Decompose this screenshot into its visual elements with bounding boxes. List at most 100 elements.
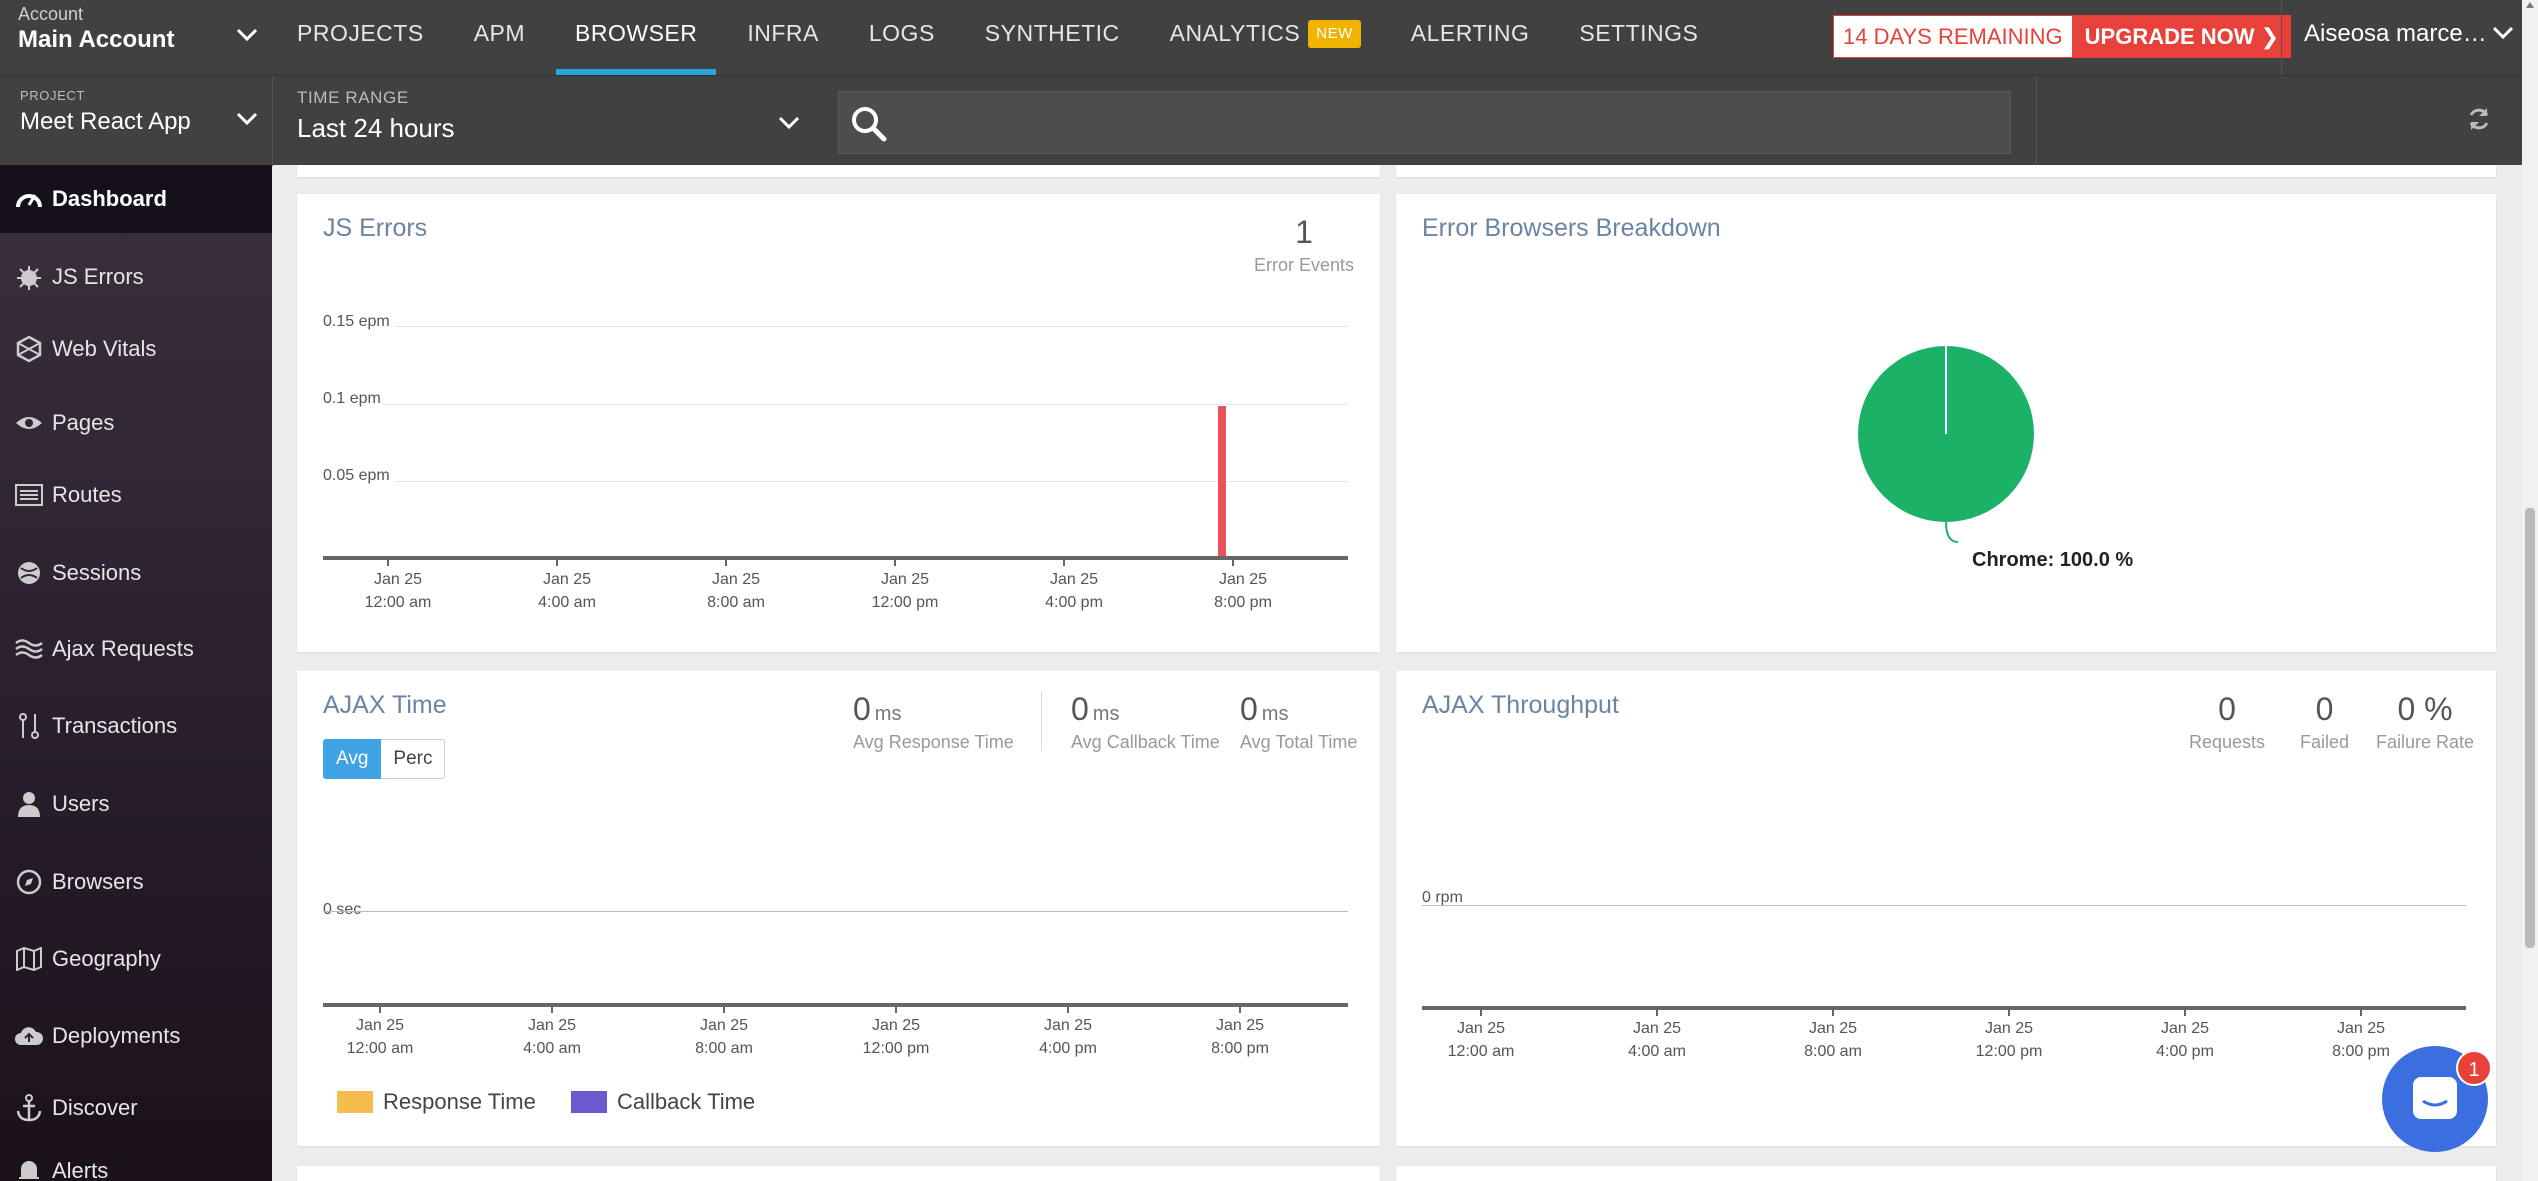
avg-button[interactable]: Avg bbox=[323, 739, 382, 779]
bug-icon bbox=[14, 264, 44, 290]
nav-browser[interactable]: BROWSER bbox=[550, 0, 722, 75]
error-browsers-breakdown-card: Error Browsers Breakdown Chrome: 100.0 % bbox=[1396, 194, 2496, 652]
nav-projects[interactable]: PROJECTS bbox=[272, 0, 449, 75]
sidebar-item-routes[interactable]: Routes bbox=[0, 461, 272, 529]
x-tick-label: Jan 25 12:00 am bbox=[1447, 1020, 1515, 1060]
x-tick bbox=[551, 1005, 553, 1013]
y-axis-label: 0 sec bbox=[323, 901, 362, 918]
x-tick bbox=[725, 558, 727, 566]
vertical-scrollbar[interactable] bbox=[2522, 0, 2538, 1181]
avg-perc-toggle: Avg Perc bbox=[323, 739, 446, 779]
legend-response-time[interactable]: Response Time bbox=[337, 1089, 536, 1115]
scroll-up-arrow[interactable] bbox=[2526, 2, 2534, 8]
eye-icon bbox=[14, 414, 44, 432]
sidebar-item-browsers[interactable]: Browsers bbox=[0, 848, 272, 916]
sidebar-item-transactions[interactable]: Transactions bbox=[0, 692, 272, 760]
card-partial-top-right bbox=[1396, 165, 2496, 177]
sidebar-item-ajax-requests[interactable]: Ajax Requests bbox=[0, 615, 272, 683]
sidebar-item-label: JS Errors bbox=[52, 264, 144, 289]
x-tick bbox=[1239, 1005, 1241, 1013]
card-title: JS Errors bbox=[323, 214, 428, 242]
nav-alerting[interactable]: ALERTING bbox=[1386, 0, 1555, 75]
x-tick bbox=[2360, 1008, 2362, 1016]
avg-response-time-stat: 0 ms Avg Response Time bbox=[853, 691, 1014, 752]
account-selector[interactable]: Account Main Account bbox=[0, 0, 272, 75]
sidebar-item-label: Alerts bbox=[52, 1158, 109, 1181]
sidebar-item-sessions[interactable]: Sessions bbox=[0, 539, 272, 607]
refresh-icon[interactable] bbox=[2466, 106, 2492, 132]
account-name: Main Account bbox=[18, 26, 175, 53]
chevron-right-icon: ❯ bbox=[2260, 24, 2280, 49]
new-badge: NEW bbox=[1308, 20, 1361, 48]
x-tick-label: Jan 25 4:00 pm bbox=[1039, 1017, 1097, 1057]
x-tick bbox=[1656, 1008, 1658, 1016]
gridline bbox=[395, 481, 1348, 482]
x-axis bbox=[323, 1003, 1348, 1007]
account-label: Account bbox=[18, 4, 84, 24]
error-events-caption: Error Events bbox=[1253, 255, 1354, 275]
zero-line bbox=[1422, 905, 2466, 906]
sidebar-item-js-errors[interactable]: JS Errors bbox=[0, 243, 272, 311]
nav-analytics[interactable]: ANALYTICS NEW bbox=[1145, 0, 1386, 75]
scrollbar-thumb[interactable] bbox=[2525, 508, 2535, 948]
sidebar-item-deployments[interactable]: Deployments bbox=[0, 1002, 272, 1070]
top-navigation-bar: Account Main Account PROJECTS APM BROWSE… bbox=[0, 0, 2522, 75]
nav-synthetic[interactable]: SYNTHETIC bbox=[960, 0, 1145, 75]
perc-button[interactable]: Perc bbox=[381, 739, 446, 779]
nav-apm[interactable]: APM bbox=[449, 0, 550, 75]
x-tick-label: Jan 25 4:00 am bbox=[1628, 1020, 1686, 1060]
zero-line bbox=[323, 911, 1348, 912]
gridline bbox=[395, 326, 1348, 327]
chat-launcher-button[interactable]: 1 bbox=[2382, 1046, 2492, 1152]
sidebar-item-label: Users bbox=[52, 791, 110, 816]
project-label: PROJECT bbox=[20, 88, 85, 103]
nav-settings[interactable]: SETTINGS bbox=[1554, 0, 1723, 75]
compass-icon bbox=[14, 869, 44, 895]
legend-callback-time[interactable]: Callback Time bbox=[571, 1089, 755, 1115]
browsers-pie-chart bbox=[1858, 346, 2034, 543]
sidebar-item-label: Web Vitals bbox=[52, 336, 157, 361]
project-selector[interactable]: PROJECT Meet React App bbox=[0, 76, 272, 166]
web-vitals-icon bbox=[14, 335, 44, 363]
search-box[interactable] bbox=[838, 91, 2011, 154]
chevron-down-icon bbox=[236, 28, 258, 42]
chat-icon bbox=[2413, 1077, 2457, 1119]
x-tick-label: Jan 25 8:00 am bbox=[1804, 1020, 1862, 1060]
sidebar-item-dashboard[interactable]: Dashboard bbox=[0, 165, 272, 233]
error-bar[interactable] bbox=[1218, 406, 1226, 558]
x-tick bbox=[387, 558, 389, 566]
failure-rate-stat: 0 % Failure Rate bbox=[2376, 691, 2475, 752]
sidebar-item-pages[interactable]: Pages bbox=[0, 389, 272, 457]
x-tick-label: Jan 25 8:00 am bbox=[695, 1017, 753, 1057]
search-icon bbox=[852, 107, 887, 142]
user-menu[interactable]: Aiseosa marce… bbox=[2281, 0, 2522, 75]
upgrade-now-button[interactable]: UPGRADE NOW ❯ bbox=[2072, 15, 2292, 58]
x-tick bbox=[1232, 558, 1234, 566]
nav-logs[interactable]: LOGS bbox=[844, 0, 960, 75]
cloud-upload-icon bbox=[14, 1025, 44, 1047]
avg-callback-time-stat: 0 ms Avg Callback Time bbox=[1071, 691, 1220, 752]
waves-icon bbox=[14, 638, 44, 660]
sidebar-item-geography[interactable]: Geography bbox=[0, 925, 272, 993]
sidebar-item-label: Browsers bbox=[52, 869, 144, 894]
nav-infra[interactable]: INFRA bbox=[722, 0, 844, 75]
user-name: Aiseosa marce… bbox=[2304, 20, 2487, 47]
dashboard-gauge-icon bbox=[14, 188, 44, 210]
js-errors-card: JS Errors 1 Error Events 0.15 epm 0.1 ep… bbox=[297, 194, 1380, 652]
sidebar-item-label: Sessions bbox=[52, 560, 142, 585]
x-tick bbox=[1063, 558, 1065, 566]
sidebar-item-alerts[interactable]: Alerts bbox=[0, 1137, 272, 1181]
sidebar-item-label: Pages bbox=[52, 410, 115, 435]
time-range-value: Last 24 hours bbox=[297, 113, 455, 143]
user-icon bbox=[14, 791, 44, 817]
sidebar-item-discover[interactable]: Discover bbox=[0, 1074, 272, 1142]
time-range-selector[interactable]: TIME RANGE Last 24 hours bbox=[272, 76, 820, 166]
x-tick-label: Jan 25 12:00 am bbox=[364, 571, 432, 611]
x-tick bbox=[894, 558, 896, 566]
list-icon bbox=[14, 484, 44, 506]
gridline bbox=[383, 404, 1348, 405]
search-input[interactable] bbox=[901, 92, 2001, 153]
stat-divider bbox=[1041, 691, 1042, 751]
sidebar-item-web-vitals[interactable]: Web Vitals bbox=[0, 315, 272, 383]
sidebar-item-users[interactable]: Users bbox=[0, 770, 272, 838]
